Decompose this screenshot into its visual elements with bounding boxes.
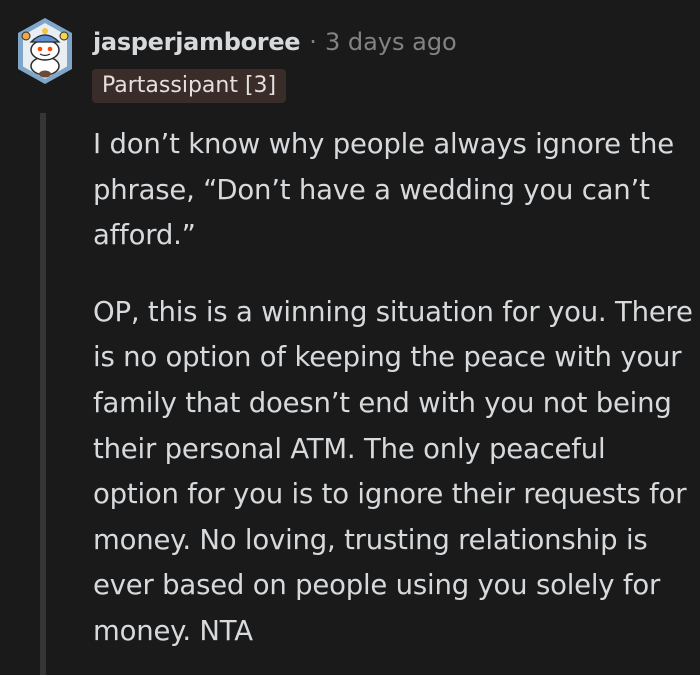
user-flair-badge: Partassipant [3] bbox=[92, 69, 287, 103]
author-username[interactable]: jasperjamboree bbox=[93, 28, 301, 56]
comment-paragraph: OP, this is a winning situation for you.… bbox=[93, 295, 693, 647]
comment-paragraph: I don’t know why people always ignore th… bbox=[93, 128, 674, 252]
thread-collapse-line[interactable] bbox=[40, 113, 46, 675]
comment: jasperjamboree · 3 days ago Partassipant… bbox=[0, 0, 700, 675]
comment-timestamp[interactable]: 3 days ago bbox=[325, 28, 457, 56]
comment-header: jasperjamboree · 3 days ago bbox=[93, 26, 457, 58]
meta-separator: · bbox=[309, 28, 317, 56]
snoo-avatar-icon bbox=[18, 18, 72, 84]
comment-body: I don’t know why people always ignore th… bbox=[93, 122, 693, 655]
user-avatar[interactable] bbox=[14, 14, 76, 92]
